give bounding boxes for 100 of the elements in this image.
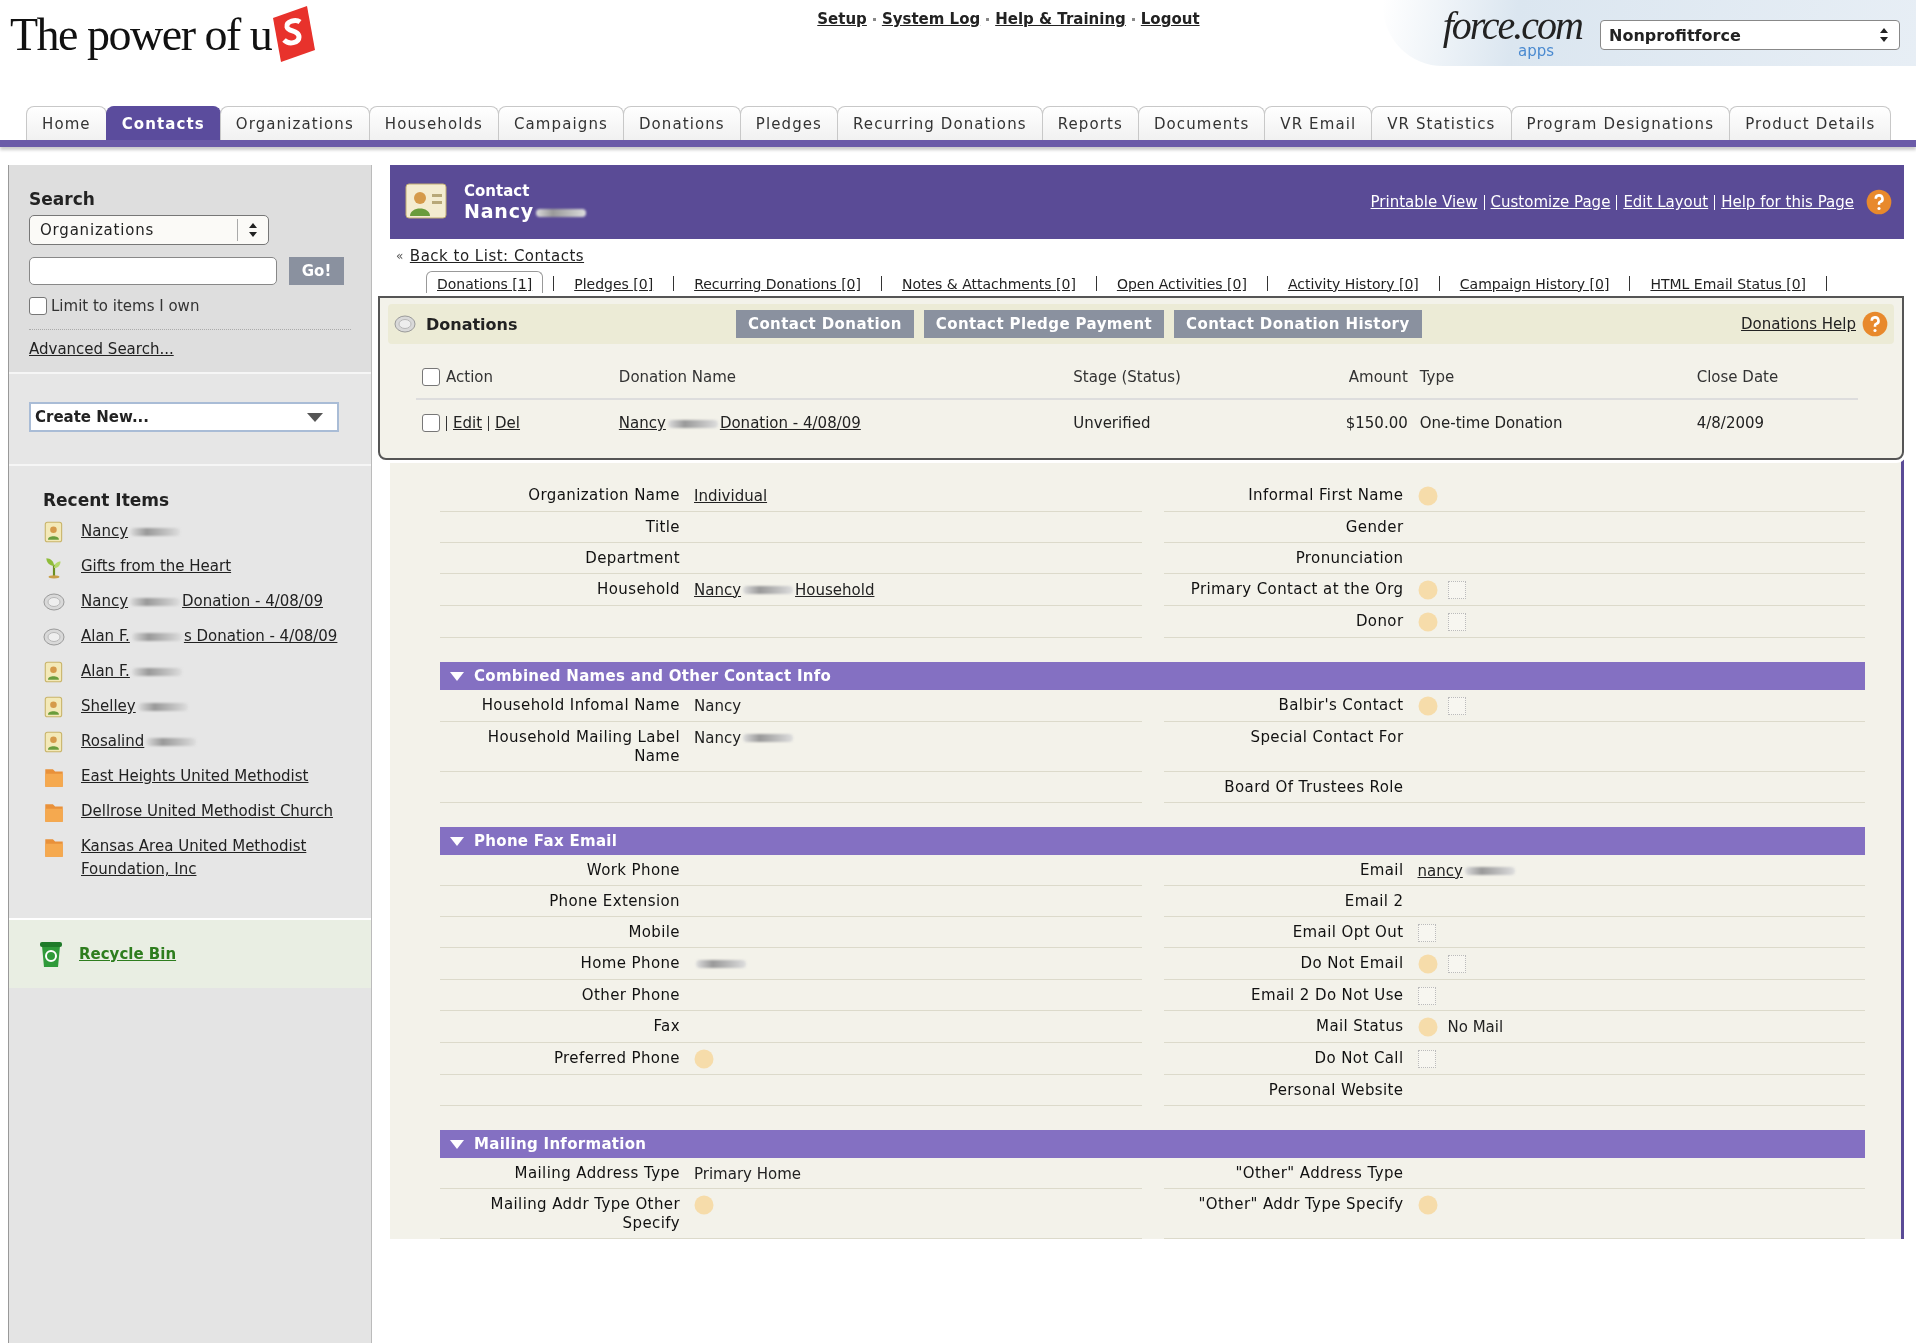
create-new-dropdown[interactable]: Create New... (29, 402, 339, 432)
coin-icon (43, 590, 65, 614)
recent-item-link[interactable]: Kansas Area United Methodist Foundation, Inc (81, 835, 341, 881)
related-list-tab[interactable]: Pledges [0] (564, 271, 664, 296)
field-link[interactable]: nancy (1417, 861, 1517, 880)
field-label: Mailing Address Type (513, 1164, 680, 1183)
blurred-text (696, 960, 746, 968)
page-link[interactable]: Help for this Page (1721, 193, 1854, 211)
recent-item-link[interactable]: Nancy Donation - 4/08/09 (81, 590, 323, 613)
nav-tab[interactable]: Product Details (1729, 106, 1892, 140)
field-label: Do Not Email (1299, 954, 1404, 973)
field-label: Work Phone (585, 861, 680, 880)
section-header[interactable]: Combined Names and Other Contact Info (440, 662, 1865, 690)
field-label: Other Phone (580, 986, 680, 1005)
nav-tab[interactable]: Organizations (219, 106, 370, 140)
recent-item-link[interactable]: Rosalind (81, 730, 199, 753)
recent-item-link[interactable]: Alan F. s Donation - 4/08/09 (81, 625, 338, 648)
search-field[interactable] (29, 257, 277, 285)
back-link[interactable]: Back to List: Contacts (409, 247, 585, 265)
field-label: Balbir's Contact (1277, 696, 1404, 715)
field-link[interactable]: Individual (694, 486, 768, 505)
nav-tab[interactable]: Recurring Donations (837, 106, 1043, 140)
field-label: Household (596, 580, 680, 599)
blurred-text (131, 667, 182, 676)
recycle-bin-icon (39, 940, 63, 968)
advanced-search-link[interactable]: Advanced Search... (29, 340, 174, 358)
header-link[interactable]: System Log (881, 10, 981, 28)
table-cell: $150.00 (1345, 414, 1408, 432)
nav-tab[interactable]: VR Statistics (1371, 106, 1512, 140)
blurred-text (131, 632, 182, 641)
coin-icon (394, 312, 416, 336)
row-action-link[interactable]: Del (495, 414, 520, 432)
table-cell: 4/8/2009 (1696, 414, 1765, 432)
recent-item-link[interactable]: Shelley (81, 695, 190, 718)
blurred-text (137, 702, 188, 711)
row-checkbox[interactable] (422, 414, 440, 432)
recent-item-link[interactable]: East Heights United Methodist (81, 765, 309, 788)
recent-item-link[interactable]: Gifts from the Heart (81, 555, 232, 578)
related-list-tab[interactable]: Open Activities [0] (1106, 271, 1257, 296)
page-link[interactable]: Edit Layout (1623, 193, 1709, 211)
field-label: Donor (1354, 612, 1404, 631)
recent-item-link[interactable]: Alan F. (81, 660, 184, 683)
page-link[interactable]: Printable View (1370, 193, 1478, 211)
recent-items-title: Recent Items (43, 490, 171, 510)
nav-tab[interactable]: Contacts (105, 106, 221, 140)
recent-item-link[interactable]: Dellrose United Methodist Church (81, 800, 333, 823)
recent-item-link[interactable]: Nancy (81, 520, 183, 543)
help-icon[interactable] (1866, 189, 1892, 215)
field-link[interactable]: Nancy Household (694, 580, 875, 599)
related-list-tab[interactable]: HTML Email Status [0] (1640, 271, 1817, 296)
field-label: Board Of Trustees Role (1223, 778, 1404, 797)
row-action-link[interactable]: Edit (453, 414, 483, 432)
header-link[interactable]: Setup (817, 10, 867, 28)
header-link[interactable]: Help & Training (995, 10, 1126, 28)
field-value: No Mail (1447, 1018, 1504, 1036)
blurred-text (130, 527, 181, 536)
select-all-checkbox[interactable] (422, 368, 440, 386)
related-list-tab[interactable]: Campaign History [0] (1449, 271, 1620, 296)
nav-tab[interactable]: Program Designations (1510, 106, 1731, 140)
nav-tab[interactable]: Pledges (739, 106, 838, 140)
nav-tab[interactable]: Households (368, 106, 499, 140)
related-list-tab[interactable]: Notes & Attachments [0] (891, 271, 1086, 296)
field-label: Fax (652, 1017, 680, 1036)
nav-tab[interactable]: Reports (1041, 106, 1139, 140)
section-header[interactable]: Mailing Information (440, 1130, 1865, 1158)
field-label: Email 2 Do Not Use (1250, 986, 1404, 1005)
table-cell: Unverified (1073, 414, 1151, 432)
contact-card-icon (43, 660, 65, 684)
donation-link[interactable]: Nancy Donation - 4/08/09 (618, 414, 861, 432)
page-link[interactable]: Customize Page (1490, 193, 1611, 211)
nav-tab[interactable]: VR Email (1264, 106, 1373, 140)
related-list-tab[interactable]: Recurring Donations [0] (684, 271, 871, 296)
field-label: Preferred Phone (552, 1049, 680, 1068)
nav-tab[interactable]: Home (26, 106, 107, 140)
record-type: Contact (464, 182, 531, 200)
field-label: Household Infomal Name (480, 696, 680, 715)
nav-tab[interactable]: Documents (1137, 106, 1266, 140)
blurred-text (743, 734, 794, 742)
header-link[interactable]: Logout (1140, 10, 1200, 28)
field-label: Email 2 (1343, 892, 1404, 911)
contact-card-icon (43, 730, 65, 754)
nav-tab[interactable]: Campaigns (498, 106, 624, 140)
related-list-tab[interactable]: Activity History [0] (1277, 271, 1429, 296)
blurred-text (146, 737, 197, 746)
field-label: Phone Extension (548, 892, 680, 911)
blurred-text (130, 597, 181, 606)
app-select[interactable]: Nonprofitforce (1600, 20, 1900, 50)
field-value: Nancy (694, 728, 796, 747)
blurred-text (743, 586, 794, 594)
checkbox[interactable] (29, 297, 47, 315)
section-header[interactable]: Phone Fax Email (440, 827, 1865, 855)
field-label: Email Opt Out (1291, 923, 1404, 942)
search-scope-select[interactable]: Organizations (29, 215, 269, 245)
contact-card-icon (43, 520, 65, 544)
nav-tab[interactable]: Donations (622, 106, 741, 140)
help-link[interactable]: Donations Help (1741, 315, 1856, 333)
table-cell: One-time Donation (1419, 414, 1563, 432)
field-label: Gender (1344, 518, 1404, 537)
field-label: Mail Status (1315, 1017, 1404, 1036)
recycle-bin-link[interactable]: Recycle Bin (79, 945, 177, 963)
